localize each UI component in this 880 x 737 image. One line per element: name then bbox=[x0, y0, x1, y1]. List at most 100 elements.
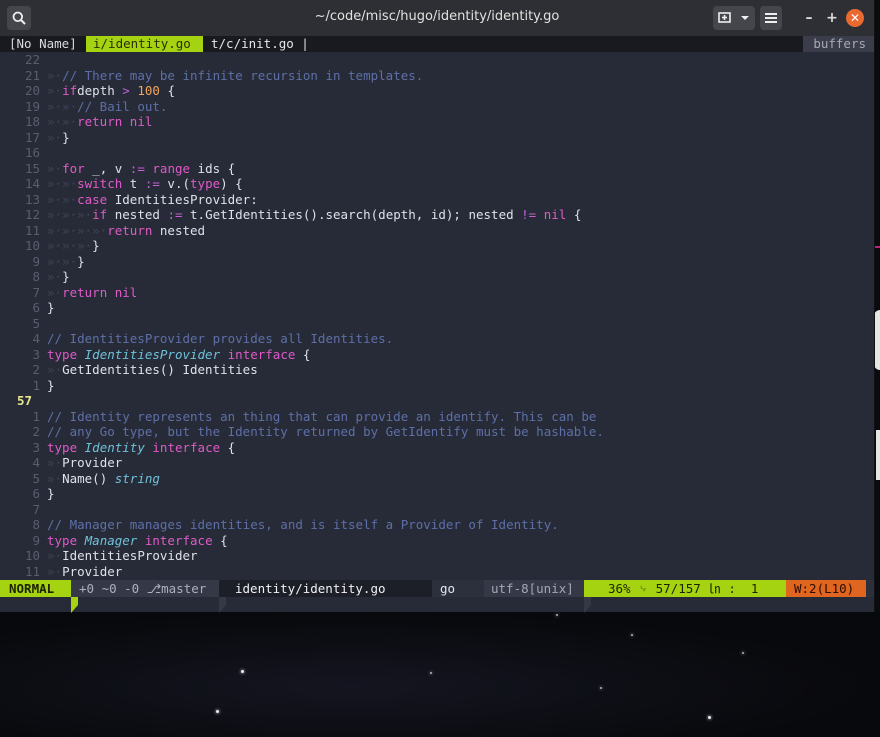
code-token: } bbox=[62, 269, 70, 284]
indent-guide: »· bbox=[47, 83, 63, 98]
code-line[interactable]: 9 type Manager interface { bbox=[0, 532, 227, 549]
indent-guide: »· bbox=[47, 67, 63, 83]
code-token: { bbox=[295, 346, 311, 362]
tab-init-go[interactable]: t/c/init.go | bbox=[204, 36, 309, 52]
line-number: 10 bbox=[24, 548, 40, 563]
code-line[interactable]: 10 »·»·»·} bbox=[0, 238, 100, 254]
line-number: 3 bbox=[32, 439, 40, 455]
code-line[interactable]: 3 type IdentitiesProvider interface { bbox=[0, 347, 310, 363]
line-number: 5 bbox=[32, 315, 40, 331]
star bbox=[742, 652, 744, 654]
line-number: 11 bbox=[24, 563, 40, 579]
code-line[interactable]: 8 »·} bbox=[0, 269, 70, 285]
code-token: // Identity represents an thing that can… bbox=[47, 408, 597, 424]
code-line[interactable]: 21 »·// There may be infinite recursion i… bbox=[0, 68, 423, 84]
indent-guide: »· bbox=[47, 284, 63, 300]
maximize-icon: + bbox=[826, 10, 838, 26]
code-line[interactable]: 12 »·»·»·if nested := t.GetIdentities().s… bbox=[0, 207, 581, 223]
code-line[interactable]: 19 »·»·// Bail out. bbox=[0, 99, 167, 115]
code-token: } bbox=[47, 486, 55, 501]
line-number: 15 bbox=[24, 160, 40, 176]
line-number: 13 bbox=[24, 191, 40, 207]
code-line[interactable]: 3 type Identity interface { bbox=[0, 440, 235, 456]
star bbox=[600, 687, 602, 689]
minimize-button[interactable]: – bbox=[800, 9, 818, 27]
code-line[interactable]: 17 »·} bbox=[0, 130, 70, 146]
line-number: 6 bbox=[32, 300, 40, 315]
desktop-wallpaper bbox=[0, 612, 880, 737]
code-line[interactable]: 18 »·»·return nil bbox=[0, 114, 152, 130]
indent-guide: »·»· bbox=[47, 191, 78, 207]
code-line[interactable]: 9 »·»·} bbox=[0, 254, 84, 270]
vim-tabline: [No Name] i/identity.go t/c/init.go | bu… bbox=[0, 36, 874, 52]
star bbox=[430, 672, 432, 674]
file-path: identity/identity.go bbox=[219, 580, 432, 597]
vim-statusline: NORMAL +0 ~0 -0 ⎇master identity/identit… bbox=[0, 580, 874, 613]
code-token: nil bbox=[129, 114, 153, 129]
indent-guide: »· bbox=[47, 563, 63, 579]
code-line[interactable]: 5 »·Name() string bbox=[0, 470, 159, 487]
code-line[interactable]: 20 »·ifdepth > 100 { bbox=[0, 83, 175, 99]
code-line[interactable]: 22 bbox=[0, 52, 47, 68]
code-token: Provider bbox=[62, 455, 123, 470]
code-token: ) { bbox=[220, 176, 243, 191]
code-line[interactable]: 4 // IdentitiesProvider provides all Iden… bbox=[0, 331, 393, 347]
title-bar[interactable]: ~/code/misc/hugo/identity/identity.go – … bbox=[0, 0, 874, 37]
code-token: 100 bbox=[137, 83, 160, 98]
code-line[interactable]: 15 »·for _, v := range ids { bbox=[0, 161, 235, 177]
code-line[interactable]: 2 // any Go type, but the Identity return… bbox=[0, 424, 603, 440]
code-line[interactable]: 11 »·Provider bbox=[0, 564, 122, 580]
code-line[interactable]: 1 // Identity represents an thing that ca… bbox=[0, 409, 596, 425]
code-line[interactable]: 14 »·»·switch t := v.(type) { bbox=[0, 176, 243, 192]
code-line[interactable]: 7 bbox=[0, 502, 47, 518]
star bbox=[241, 670, 244, 673]
code-token: nil bbox=[114, 284, 138, 300]
code-line[interactable]: 7 »·return nil bbox=[0, 285, 137, 301]
code-token: } bbox=[47, 300, 55, 315]
indent-guide: »· bbox=[47, 269, 63, 284]
indent-guide: »·»· bbox=[47, 176, 78, 191]
code-editor[interactable]: 22 21 »·// There may be infinite recursion… bbox=[0, 52, 874, 580]
code-line[interactable]: 5 bbox=[0, 316, 47, 332]
code-token: Name() bbox=[62, 470, 115, 486]
code-line[interactable]: 1} bbox=[0, 378, 54, 394]
code-line[interactable]: 6} bbox=[0, 300, 55, 316]
code-token: type bbox=[47, 532, 78, 548]
new-tab-button[interactable] bbox=[713, 6, 755, 30]
code-token: ids { bbox=[190, 160, 236, 176]
tab-no-name[interactable]: [No Name] bbox=[0, 36, 86, 52]
code-line[interactable]: 2 »·GetIdentities() Identities bbox=[0, 362, 258, 378]
code-token: return bbox=[107, 222, 153, 238]
code-line[interactable]: 8 // Manager manages identities, and is i… bbox=[0, 517, 558, 533]
code-line[interactable]: 13 »·»·case IdentitiesProvider: bbox=[0, 192, 258, 208]
tab-identity-go[interactable]: i/identity.go bbox=[86, 36, 203, 52]
line-number: 1 bbox=[32, 408, 40, 424]
indent-guide: »·»·»· bbox=[47, 238, 93, 253]
line-number: 16 bbox=[24, 145, 40, 160]
chevron-down-icon[interactable] bbox=[740, 14, 750, 22]
menu-button[interactable] bbox=[760, 6, 782, 30]
current-line[interactable]: 57 bbox=[0, 393, 55, 409]
code-token: nil bbox=[543, 207, 567, 222]
code-line[interactable]: 4 »·Provider bbox=[0, 455, 122, 471]
code-line[interactable]: 16 bbox=[0, 145, 47, 161]
close-icon: ✕ bbox=[849, 11, 861, 25]
cursor-position: 36% ␊ 57/157 ㏑ : 1 bbox=[584, 580, 786, 597]
code-token: // IdentitiesProvider provides all Ident… bbox=[47, 331, 394, 346]
code-line[interactable]: 10 »·IdentitiesProvider bbox=[0, 548, 198, 564]
code-token: interface bbox=[227, 346, 296, 362]
code-line[interactable]: 11 »·»·»·»·return nested bbox=[0, 223, 205, 239]
code-token: switch bbox=[77, 176, 123, 191]
line-number: 14 bbox=[24, 176, 40, 191]
code-line[interactable]: 6} bbox=[0, 486, 55, 502]
code-token: t bbox=[122, 176, 145, 191]
code-token: interface bbox=[152, 439, 221, 455]
git-status: +0 ~0 -0 ⎇master bbox=[71, 580, 219, 597]
code-token: GetIdentities() Identities bbox=[62, 362, 258, 377]
close-button[interactable]: ✕ bbox=[846, 9, 864, 27]
code-token: return bbox=[62, 284, 108, 300]
code-token: type bbox=[47, 346, 78, 362]
maximize-button[interactable]: + bbox=[823, 9, 841, 27]
code-token: type bbox=[47, 439, 78, 455]
